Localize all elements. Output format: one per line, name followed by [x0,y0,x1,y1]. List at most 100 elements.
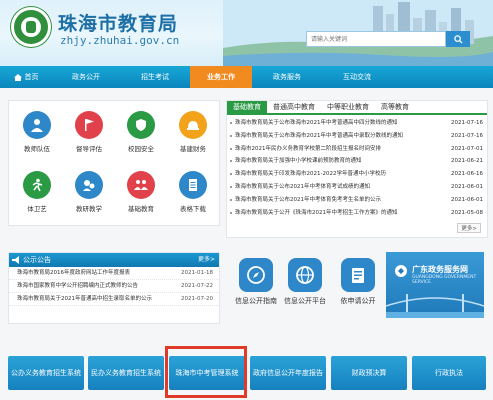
nav-item-government-affairs[interactable]: 政务公开 [52,66,120,88]
service-label: 督导评估 [76,145,102,153]
news-item-text: 珠海市教育局关于公开《珠海市2021年中考招生工作方案》的通知 [235,209,398,216]
service-basic-education[interactable]: 基础教育 [117,165,165,221]
news-more-button[interactable]: 更多> [457,223,481,233]
budget-final-accounts-button[interactable]: 财政预决算 [331,356,407,390]
notice-item-text: 珠海市国家教育中学公开招聘编内正式教师的公告 [17,283,139,289]
tab-high-school[interactable]: 普通高中教育 [267,101,321,113]
notice-item-text: 珠海市教育局关于2021年普通高中招生录取名单的公示 [17,296,152,302]
home-icon [13,73,22,81]
news-item-text: 珠海市教育局关于公布2021年中考体育免考考生名单的公示 [235,196,381,203]
notice-more-link[interactable]: 更多> [198,253,215,267]
service-label: 教研教学 [76,205,102,213]
service-form-download[interactable]: 表格下载 [169,165,217,221]
news-item-date: 2021-06-16 [449,168,483,181]
notice-item-date: 2021-07-22 [181,283,213,289]
notice-panel: 公示公告 更多> 珠海市教育局2016年度政府网站工作年度报表 2021-01-1… [8,252,220,324]
nav-item-interaction[interactable]: 互动交流 [322,66,392,88]
notice-item[interactable]: 珠海市教育局2016年度政府网站工作年度报表 2021-01-18 [9,267,219,280]
site-title[interactable]: 珠海市教育局 [58,9,178,36]
private-compulsory-enrollment-button[interactable]: 民办义务教育招生系统 [88,356,164,390]
news-item[interactable]: 珠海市教育局关于公布珠海市2021年中考普通高中录取分数线的通知 2021-07-… [227,129,487,143]
notice-item[interactable]: 珠海市国家教育中学公开招聘编内正式教师的公告 2021-07-22 [9,280,219,293]
news-item-date: 2021-05-08 [449,206,483,220]
public-compulsory-enrollment-button[interactable]: 公办义务教育招生系统 [8,356,84,390]
news-item-date: 2021-06-01 [449,180,483,194]
news-item-text: 珠海市2021年民办义务教育学校第二阶段招生报名时间安排 [235,145,381,152]
education-bureau-logo[interactable] [11,7,51,47]
nav-item-business-work[interactable]: 业务工作 [190,66,252,88]
news-item-date: 2021-06-21 [449,155,483,169]
document-icon [179,171,207,199]
administrative-enforcement-button[interactable]: 行政执法 [412,356,486,390]
service-label: 表格下载 [180,205,206,213]
news-item-text: 珠海市教育局关于公布珠海市2021年中考普通高中四分数线的通知 [235,120,398,126]
globe-icon [296,266,314,284]
people-icon [127,171,155,199]
banner-subtitle: GUANGDONG GOVERNMENT SERVICE [412,275,477,285]
notice-header: 公示公告 更多> [9,253,219,267]
guangdong-gov-service-banner[interactable]: 广东政务服务网 GUANGDONG GOVERNMENT SERVICE [386,252,484,318]
app-label: 信息公开平台 [284,297,326,305]
notice-item-text: 珠海市教育局2016年度政府网站工作年度报表 [17,270,130,276]
service-label: 校园安全 [128,145,154,153]
news-item-text: 珠海市教育局关于公布珠海市2021年中考普通高中录取分数线的通知 [235,132,403,139]
news-item-date: 2021-07-16 [449,129,483,143]
news-panel: 基础教育 普通高中教育 中等职业教育 高等教育 珠海市教育局关于公布珠海市202… [226,100,488,238]
runner-icon [23,171,51,199]
tab-basic-education[interactable]: 基础教育 [227,101,267,113]
service-label: 体卫艺 [27,205,47,213]
banner-title: 广东政务服务网 [412,265,468,274]
news-item-date: 2021-06-01 [449,193,483,207]
notice-item[interactable]: 珠海市教育局关于2021年普通高中招生录取名单的公示 2021-07-20 [9,293,219,306]
notice-title: 公示公告 [23,256,51,264]
service-infrastructure[interactable]: 基建财务 [169,105,217,161]
main-navigation: 首页 政务公开 招生考试 业务工作 政务服务 互动交流 [0,66,493,88]
news-item[interactable]: 珠海市教育局关于印发珠海市2021-2022学年普通中小学校历 2021-06-1… [227,168,487,181]
teacher-icon [23,111,51,139]
info-disclosure-guide-button[interactable] [239,258,273,292]
service-campus-safety[interactable]: 校园安全 [117,105,165,161]
flag-icon [75,111,103,139]
tab-higher-education[interactable]: 高等教育 [375,101,415,113]
nav-item-label: 首页 [24,73,39,81]
news-item-text: 珠海市教育局关于加强中小学校课前预防教育的通知 [235,158,362,165]
shield-icon [127,111,155,139]
site-header: 珠海市教育局 zhjy.zhuhai.gov.cn [0,0,493,66]
news-item[interactable]: 珠海市2021年民办义务教育学校第二阶段招生报名时间安排 2021-07-01 [227,142,487,156]
app-label: 依申请公开 [340,297,376,305]
search-icon [453,34,463,44]
news-list: 珠海市教育局关于公布珠海市2021年中考普通高中四分数线的通知 2021-07-1… [227,115,487,220]
news-item[interactable]: 珠海市教育局关于公布2021年中考体育考试成绩的通知 2021-06-01 [227,180,487,194]
news-item[interactable]: 珠海市教育局关于公布2021年中考体育免考考生名单的公示 2021-06-01 [227,193,487,207]
gov-service-logo-icon [395,265,407,277]
service-teachers[interactable]: 教师队伍 [13,105,61,161]
megaphone-icon [12,256,19,264]
search-input[interactable] [306,31,446,47]
service-sports-health-arts[interactable]: 体卫艺 [13,165,61,221]
news-item[interactable]: 珠海市教育局关于公开《珠海市2021年中考招生工作方案》的通知 2021-05-0… [227,206,487,220]
news-item-text: 珠海市教育局关于印发珠海市2021-2022学年普通中小学校历 [235,171,386,178]
service-inspection[interactable]: 督导评估 [65,105,113,161]
news-item[interactable]: 珠海市教育局关于公布珠海市2021年中考普通高中四分数线的通知 2021-07-1… [227,117,487,130]
form-icon [352,268,364,283]
news-item-date: 2021-07-16 [449,117,483,130]
news-tabs: 基础教育 普通高中教育 中等职业教育 高等教育 [227,101,487,115]
news-item-date: 2021-07-01 [449,142,483,156]
nav-item-home[interactable]: 首页 [0,66,52,88]
news-item-text: 珠海市教育局关于公布2021年中考体育考试成绩的通知 [235,183,370,190]
service-label: 基础教育 [128,205,154,213]
bridge-illustration [386,294,484,318]
news-item[interactable]: 珠海市教育局关于加强中小学校课前预防教育的通知 2021-06-21 [227,155,487,169]
tab-vocational[interactable]: 中等职业教育 [321,101,375,113]
service-label: 教师队伍 [24,145,50,153]
info-disclosure-platform-button[interactable] [288,258,322,292]
service-teaching-research[interactable]: 教研教学 [65,165,113,221]
disclosure-on-request-button[interactable] [341,258,375,292]
nav-item-government-services[interactable]: 政务服务 [252,66,322,88]
nav-item-enrollment-exams[interactable]: 招生考试 [120,66,190,88]
notice-item-date: 2021-01-18 [181,270,213,276]
gov-info-annual-report-button[interactable]: 政府信息公开年度报告 [250,356,326,390]
site-url: zhjy.zhuhai.gov.cn [60,34,180,47]
research-icon [75,171,103,199]
search-button[interactable] [446,31,470,47]
